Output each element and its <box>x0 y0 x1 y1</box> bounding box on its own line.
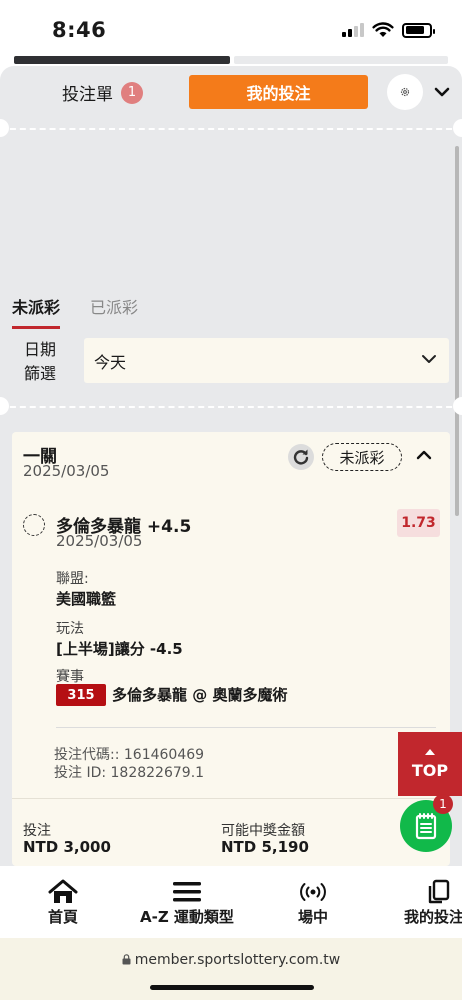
dashed-divider <box>0 128 462 130</box>
bet-slip-label: 投注單 <box>62 85 113 105</box>
chevron-down-icon <box>422 355 436 363</box>
nav-label-sports: A-Z 運動類型 <box>140 908 234 926</box>
event-label: 賽事 <box>56 669 84 685</box>
summary-divider <box>12 798 450 799</box>
nav-item-live[interactable]: 場中 <box>298 878 328 927</box>
wifi-icon <box>372 22 394 37</box>
home-icon <box>48 879 78 903</box>
payout-label: 可能中獎金額 <box>221 823 305 839</box>
bet-date: 2025/03/05 <box>23 462 110 480</box>
scrollbar[interactable] <box>455 146 459 516</box>
battery-icon <box>402 22 435 38</box>
ticket-notch-left <box>0 119 9 137</box>
odds-value: 1.73 <box>397 509 440 537</box>
caret-up-icon <box>425 748 435 755</box>
status-badge: 未派彩 <box>322 443 402 471</box>
copy-icon <box>428 879 450 904</box>
settings-button[interactable] <box>387 74 423 110</box>
background-tab-strip-2 <box>234 56 448 64</box>
bet-id: 投注 ID: 182822679.1 <box>54 765 205 781</box>
scroll-top-label: TOP <box>411 760 449 780</box>
chevron-up-icon[interactable] <box>416 449 432 461</box>
nav-label-live: 場中 <box>298 908 329 926</box>
status-time: 8:46 <box>52 18 107 42</box>
pick-date: 2025/03/05 <box>56 532 143 550</box>
gear-icon <box>400 87 410 97</box>
tab-unsettled[interactable]: 未派彩 <box>12 294 61 329</box>
nav-item-home[interactable]: 首頁 <box>48 878 78 927</box>
bet-slip-tab[interactable]: 投注單 1 <box>62 80 143 105</box>
date-filter-label-line1: 日期 <box>24 340 57 359</box>
settlement-tabs: 未派彩 已派彩 <box>12 294 138 329</box>
ticket-notch-left <box>0 397 9 415</box>
url-text: member.sportslottery.com.tw <box>0 952 462 968</box>
bottom-nav: 首頁 A-Z 運動類型 場中 我的投注 <box>0 866 462 938</box>
my-bets-button[interactable]: 我的投注 <box>189 75 368 109</box>
nav-label-my-bets: 我的投注 <box>404 908 462 926</box>
floating-slip-count-badge: 1 <box>433 794 453 814</box>
pick-radio[interactable] <box>23 514 45 536</box>
date-filter-label: 日期 篩選 <box>24 338 56 386</box>
dashed-divider <box>0 406 462 408</box>
refresh-button[interactable] <box>288 444 314 470</box>
bet-code: 投注代碼:: 161460469 <box>54 747 205 763</box>
live-icon <box>300 883 326 901</box>
bet-slip-panel: 投注單 1 我的投注 未派彩 已派彩 日期 篩選 今天 一關 2025/03/0… <box>0 66 462 866</box>
league-value: 美國職籃 <box>56 590 117 608</box>
date-filter-value: 今天 <box>94 352 127 372</box>
lock-icon <box>122 954 131 965</box>
cellular-signal-icon <box>342 23 364 37</box>
status-bar: 8:46 <box>0 0 462 60</box>
tab-settled[interactable]: 已派彩 <box>90 294 138 329</box>
browser-url-bar[interactable]: member.sportslottery.com.tw <box>0 938 462 1000</box>
payout-value: NTD 5,190 <box>221 838 309 856</box>
nav-item-sports[interactable]: A-Z 運動類型 <box>140 878 234 927</box>
panel-header: 投注單 1 我的投注 <box>0 66 462 120</box>
divider <box>56 727 436 728</box>
bet-slip-count-badge: 1 <box>121 81 143 104</box>
refresh-icon <box>293 449 309 465</box>
league-label: 聯盟: <box>56 571 89 587</box>
status-icons <box>342 22 435 38</box>
url-value: member.sportslottery.com.tw <box>134 952 341 968</box>
nav-label-home: 首頁 <box>48 908 79 926</box>
market-label: 玩法 <box>56 621 84 637</box>
ticket-notch-right <box>453 119 462 137</box>
event-name: 多倫多暴龍 @ 奧蘭多魔術 <box>112 686 288 704</box>
home-indicator <box>150 985 314 990</box>
nav-item-my-bets[interactable]: 我的投注 <box>404 878 462 927</box>
clipboard-icon <box>415 813 437 840</box>
date-filter-label-line2: 篩選 <box>24 364 57 383</box>
bet-card: 一關 2025/03/05 未派彩 多倫多暴龍 +4.5 2025/03/05 … <box>12 432 450 866</box>
stake-label: 投注 <box>23 823 51 839</box>
scroll-top-button[interactable]: TOP <box>398 732 462 796</box>
background-tab-strip <box>14 56 230 64</box>
date-filter-select[interactable]: 今天 <box>84 338 449 383</box>
market-value: [上半場]讓分 -4.5 <box>56 640 183 658</box>
stake-value: NTD 3,000 <box>23 838 111 856</box>
menu-icon <box>172 882 201 902</box>
chevron-down-icon[interactable] <box>432 84 452 100</box>
event-id-badge: 315 <box>56 684 106 706</box>
